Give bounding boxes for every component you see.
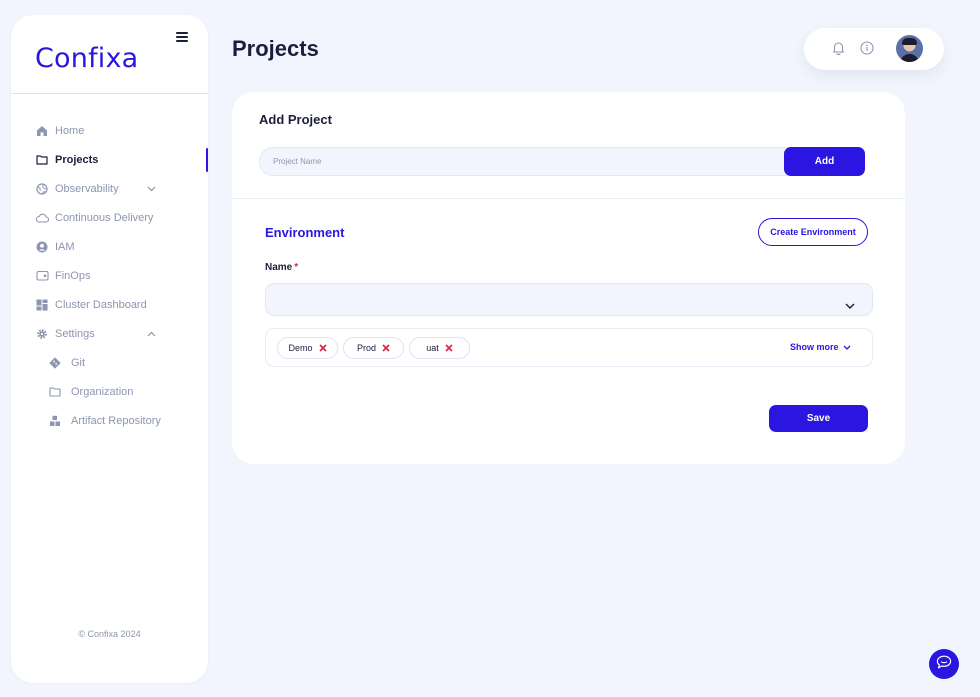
sidebar-item-continuous-delivery[interactable]: Continuous Delivery (11, 203, 208, 232)
chevron-up-icon[interactable] (147, 328, 156, 340)
sidebar-nav: Home Projects Observability Continuous D… (11, 116, 208, 435)
sidebar-item-label: Projects (55, 153, 99, 166)
chevron-down-icon (845, 296, 855, 314)
sidebar-subitem-artifact-repository[interactable]: Artifact Repository (11, 406, 208, 435)
git-icon (48, 356, 62, 370)
sidebar-footer: © Confixa 2024 (78, 629, 141, 639)
chat-icon (936, 655, 952, 674)
sidebar-item-label: Cluster Dashboard (55, 298, 147, 311)
sidebar-item-iam[interactable]: IAM (11, 232, 208, 261)
card-divider (232, 198, 905, 199)
sidebar-item-label: IAM (55, 240, 75, 253)
globe-icon (35, 182, 49, 196)
sidebar-item-label: Artifact Repository (71, 414, 161, 427)
add-button[interactable]: Add (784, 147, 865, 176)
sidebar-item-label: Observability (55, 182, 119, 195)
required-mark: * (294, 262, 299, 273)
dashboard-icon (35, 298, 49, 312)
show-more-button[interactable]: Show more (790, 342, 851, 352)
sidebar-item-home[interactable]: Home (11, 116, 208, 145)
hamburger-menu-icon[interactable] (176, 32, 188, 42)
page-title: Projects (232, 36, 319, 61)
name-label-text: Name (265, 262, 293, 273)
sidebar-item-label: Home (55, 124, 85, 137)
project-name-input[interactable] (259, 147, 865, 176)
environment-name-select[interactable] (265, 283, 873, 316)
remove-tag-icon[interactable] (382, 344, 390, 352)
tag-chip: uat (409, 337, 470, 359)
info-icon[interactable] (860, 41, 874, 60)
show-more-label: Show more (790, 342, 839, 352)
environment-title: Environment (265, 225, 345, 240)
create-environment-button[interactable]: Create Environment (758, 218, 868, 246)
folder-icon (48, 385, 62, 399)
project-card: Add Project Add Environment Create Envir… (232, 92, 905, 464)
chevron-down-icon (843, 342, 851, 352)
sidebar-item-label: FinOps (55, 269, 91, 282)
name-label: Name * (265, 262, 298, 273)
user-circle-icon (35, 240, 49, 254)
tag-chip: Prod (343, 337, 404, 359)
sidebar-divider (11, 93, 208, 94)
logo: Confixa (35, 43, 139, 74)
save-button[interactable]: Save (769, 405, 868, 432)
cloud-icon (35, 211, 49, 225)
wallet-icon (35, 269, 49, 283)
sidebar-item-label: Continuous Delivery (55, 211, 154, 224)
sidebar-item-finops[interactable]: FinOps (11, 261, 208, 290)
chat-button[interactable] (929, 649, 959, 679)
sidebar-item-observability[interactable]: Observability (11, 174, 208, 203)
tag-label: uat (426, 343, 439, 353)
tag-label: Demo (288, 343, 313, 353)
sidebar: Confixa Home Projects Observability Cont… (11, 15, 208, 683)
sidebar-item-settings[interactable]: Settings (11, 319, 208, 348)
selected-tags: Demo Prod uat Show more (265, 328, 873, 367)
sidebar-subitem-organization[interactable]: Organization (11, 377, 208, 406)
home-icon (35, 124, 49, 138)
boxes-icon (48, 414, 62, 428)
folder-icon (35, 153, 49, 167)
bell-icon[interactable] (832, 41, 845, 60)
sidebar-item-label: Organization (71, 385, 134, 398)
sidebar-item-projects[interactable]: Projects (11, 145, 208, 174)
sidebar-item-label: Settings (55, 327, 95, 340)
remove-tag-icon[interactable] (445, 344, 453, 352)
tag-chip: Demo (277, 337, 338, 359)
chevron-down-icon[interactable] (147, 183, 156, 195)
sidebar-subitem-git[interactable]: Git (11, 348, 208, 377)
sidebar-item-cluster-dashboard[interactable]: Cluster Dashboard (11, 290, 208, 319)
add-project-title: Add Project (259, 112, 332, 127)
remove-tag-icon[interactable] (318, 344, 327, 352)
topbar (804, 28, 944, 70)
tag-label: Prod (356, 343, 376, 353)
sidebar-item-label: Git (71, 356, 86, 369)
avatar[interactable] (896, 35, 923, 62)
gear-icon (35, 327, 49, 341)
